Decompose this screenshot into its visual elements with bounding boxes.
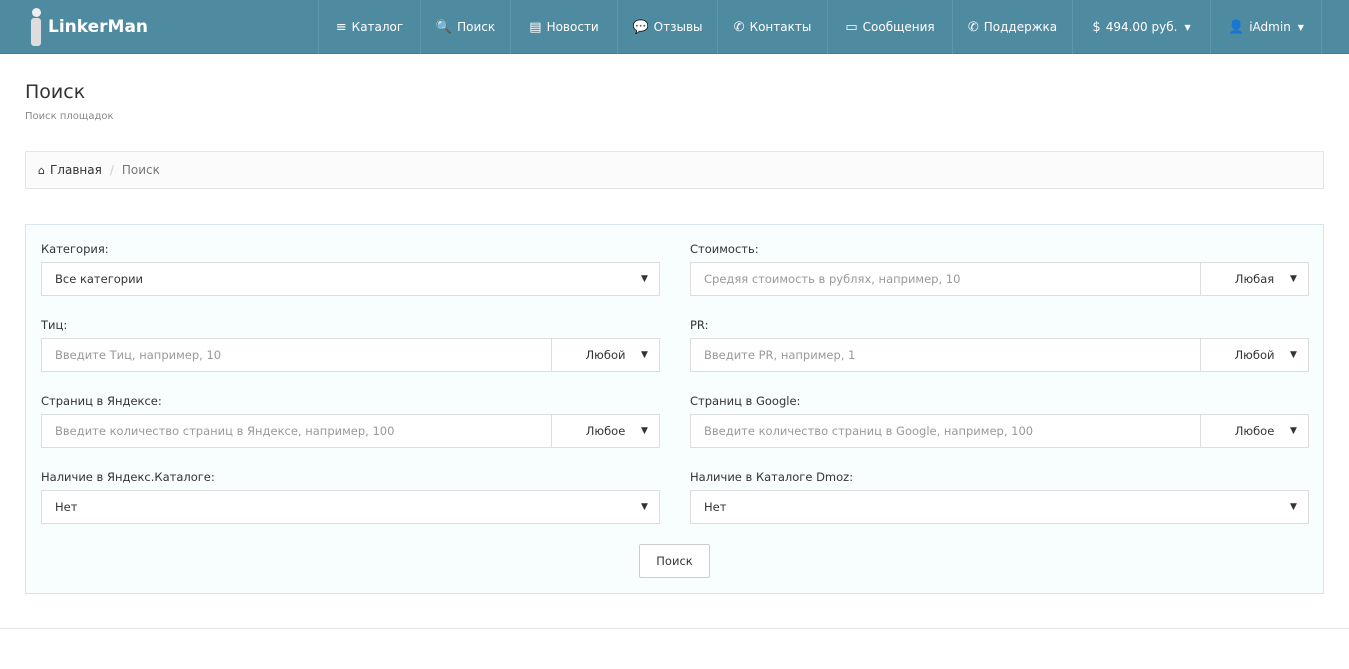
brand-logo[interactable]: LinkerMan [27,8,148,46]
nav-label: Поддержка [983,20,1058,34]
cost-input[interactable]: Средяя стоимость в рублях, например, 10 [691,272,1200,286]
pr-select[interactable]: Любой ▼ [1200,339,1308,371]
nav-label: Контакты [749,20,812,34]
home-icon: ⌂ [38,163,45,177]
nav-label: Отзывы [653,20,703,34]
page-title: Поиск [25,81,86,103]
chevron-down-icon: ▼ [1290,502,1297,512]
search-form: Категория: Все категории ▼ Стоимость: Сре… [25,224,1324,594]
cost-label: Стоимость: [690,242,759,256]
dmoz-select[interactable]: Нет ▼ [690,490,1309,524]
nav-messages[interactable]: ▭ Сообщения [827,0,952,54]
pr-group: Введите PR, например, 1 Любой ▼ [690,338,1309,372]
catalog-icon: ≡ [335,19,347,35]
yandex-catalog-select[interactable]: Нет ▼ [41,490,660,524]
nav-user[interactable]: 👤 iAdmin ▼ [1210,0,1322,54]
chevron-down-icon: ▼ [1290,274,1297,284]
cost-select-value: Любая [1234,272,1275,286]
search-icon: 🔍 [435,19,453,35]
dmoz-value: Нет [704,500,727,514]
breadcrumb-home[interactable]: Главная [50,163,102,177]
chevron-down-icon: ▼ [641,350,648,360]
tic-select-value: Любой [585,348,626,362]
yandex-pages-input[interactable]: Введите количество страниц в Яндексе, на… [42,424,551,438]
tic-select[interactable]: Любой ▼ [551,339,659,371]
breadcrumb-current: Поиск [121,163,160,177]
cost-select[interactable]: Любая ▼ [1200,263,1308,295]
contacts-icon: ✆ [733,19,745,35]
balance-icon: $ [1092,19,1101,35]
nav-label: 494.00 руб. [1105,20,1178,34]
dmoz-label: Наличие в Каталоге Dmoz: [690,470,854,484]
nav-reviews[interactable]: 💬 Отзывы [617,0,717,54]
brand-name: LinkerMan [48,17,149,37]
nav-news[interactable]: ▤ Новости [510,0,617,54]
category-select[interactable]: Все категории ▼ [41,262,660,296]
nav-search[interactable]: 🔍 Поиск [420,0,510,54]
yandex-catalog-value: Нет [55,500,78,514]
tic-label: Тиц: [41,318,68,332]
yandex-pages-label: Страниц в Яндексе: [41,394,162,408]
google-pages-input[interactable]: Введите количество страниц в Google, нап… [691,424,1200,438]
google-pages-select[interactable]: Любое ▼ [1200,415,1308,447]
nav-label: Новости [546,20,599,34]
tic-group: Введите Тиц, например, 10 Любой ▼ [41,338,660,372]
chevron-down-icon: ▼ [1290,350,1297,360]
messages-icon: ▭ [845,19,858,35]
chevron-down-icon: ▼ [641,426,648,436]
nav-catalog[interactable]: ≡ Каталог [318,0,420,54]
page-subtitle: Поиск площадок [25,111,114,122]
chevron-down-icon: ▼ [641,502,648,512]
category-label: Категория: [41,242,109,256]
yandex-pages-select[interactable]: Любое ▼ [551,415,659,447]
cost-group: Средяя стоимость в рублях, например, 10 Л… [690,262,1309,296]
logo-man-icon [27,8,45,46]
reviews-icon: 💬 [632,19,649,35]
category-value: Все категории [55,272,144,286]
nav-label: iAdmin [1249,20,1291,34]
pr-select-value: Любой [1234,348,1275,362]
chevron-down-icon: ▼ [641,274,648,284]
nav-contacts[interactable]: ✆ Контакты [717,0,827,54]
google-pages-label: Страниц в Google: [690,394,801,408]
yandex-pages-select-value: Любое [585,424,626,438]
caret-down-icon: ▼ [1297,22,1304,32]
nav-label: Каталог [351,20,404,34]
nav-balance[interactable]: $494.00 руб. ▼ [1072,0,1210,54]
yandex-catalog-label: Наличие в Яндекс.Каталоге: [41,470,215,484]
footer-divider [0,628,1349,629]
pr-label: PR: [690,318,709,332]
chevron-down-icon: ▼ [1290,426,1297,436]
pr-input[interactable]: Введите PR, например, 1 [691,348,1200,362]
support-icon: ✆ [967,19,979,35]
navbar: LinkerMan ≡ Каталог 🔍 Поиск ▤ Новости 💬 Отзывы ✆… [0,0,1349,54]
news-icon: ▤ [529,19,542,35]
google-pages-group: Введите количество страниц в Google, нап… [690,414,1309,448]
caret-down-icon: ▼ [1184,22,1191,32]
nav-label: Сообщения [862,20,935,34]
search-button[interactable]: Поиск [639,544,710,578]
tic-input[interactable]: Введите Тиц, например, 10 [42,348,551,362]
nav-support[interactable]: ✆ Поддержка [952,0,1072,54]
nav-label: Поиск [457,20,496,34]
yandex-pages-group: Введите количество страниц в Яндексе, на… [41,414,660,448]
user-icon: 👤 [1228,19,1245,35]
breadcrumb: ⌂ Главная / Поиск [25,151,1324,189]
google-pages-select-value: Любое [1234,424,1275,438]
